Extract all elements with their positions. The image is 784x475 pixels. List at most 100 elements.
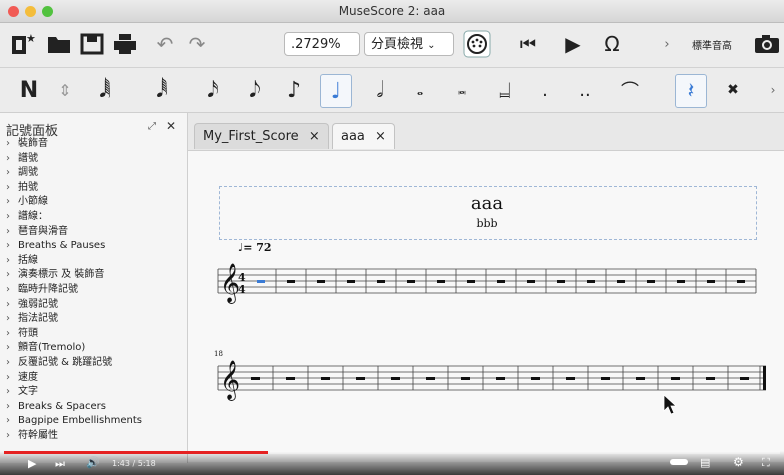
rewind-icon[interactable]: ⏮ <box>513 29 543 59</box>
settings-gear-icon[interactable]: ⚙ <box>733 455 744 469</box>
palette-list: › 裝飾音 › 譜號 › 調號 › 拍號 › 小節線 › 譜線： › 琶音與滑音 › Breat… <box>6 137 186 443</box>
duration-8th-icon[interactable]: 𝅘𝅥𝅮 <box>240 74 270 106</box>
tab-label: aaa <box>341 129 365 144</box>
palette-item[interactable]: › 反覆記號 & 跳躍記號 <box>6 356 186 371</box>
palette-item[interactable]: › 琶音與滑音 <box>6 225 186 240</box>
play-icon[interactable]: ▶ <box>558 29 588 59</box>
chevron-right-icon: › <box>6 313 10 325</box>
close-tab-icon[interactable]: × <box>309 129 320 144</box>
palette-item[interactable]: › 速度 <box>6 371 186 386</box>
open-folder-icon[interactable] <box>44 29 74 59</box>
duration-16th-icon[interactable]: 𝅘𝅥𝅯 <box>198 74 228 106</box>
palette-item[interactable]: › 小節線 <box>6 195 186 210</box>
redo-icon[interactable]: ↷ <box>182 29 212 59</box>
double-dot-icon[interactable]: .. <box>570 74 600 106</box>
camera-icon[interactable] <box>752 29 782 59</box>
palette-item[interactable]: › Breaks & Spacers <box>6 400 186 415</box>
duration-breve-icon[interactable]: 𝅜 <box>447 74 477 106</box>
palette-item[interactable]: › 文字 <box>6 385 186 400</box>
chevron-right-icon: › <box>6 240 10 252</box>
mouse-cursor-icon <box>663 394 678 415</box>
flip-direction-icon[interactable]: ✖ <box>718 74 748 106</box>
chevron-right-icon: › <box>6 196 10 208</box>
zoom-select[interactable]: .2729% ⌄ <box>284 32 360 75</box>
video-progress-track[interactable] <box>4 451 780 454</box>
duration-longa-icon[interactable]: 𝆶 <box>490 74 520 106</box>
palette-item[interactable]: › 拍號 <box>6 181 186 196</box>
palette-item[interactable]: › Bagpipe Embellishments <box>6 414 186 429</box>
palette-item[interactable]: › Breaths & Pauses <box>6 239 186 254</box>
tab-aaa[interactable]: aaa × <box>332 123 395 149</box>
duration-32nd-icon[interactable]: 𝅘𝅥𝅱 <box>147 74 177 106</box>
palette-item[interactable]: › 括線 <box>6 254 186 269</box>
chevron-right-icon: › <box>6 269 10 281</box>
volume-icon[interactable]: 🔊 <box>86 456 100 469</box>
video-next-icon[interactable]: ⏭ <box>55 457 65 471</box>
palette-item[interactable]: › 譜號 <box>6 152 186 167</box>
duration-half-icon[interactable]: 𝅗𝅥 <box>365 74 395 106</box>
close-palette-icon[interactable]: ✕ <box>166 119 176 133</box>
note-input-mode-icon[interactable]: N <box>14 74 44 106</box>
loop-icon[interactable]: Ω <box>597 29 627 59</box>
window-titlebar: MuseScore 2: aaa <box>0 0 784 23</box>
captions-icon[interactable]: ▤ <box>700 456 710 469</box>
chevron-right-icon: › <box>6 138 10 149</box>
augmentation-dot-icon[interactable]: . <box>530 74 560 106</box>
palette-item[interactable]: › 強弱記號 <box>6 298 186 313</box>
score-tabs: My_First_Score × aaa × <box>188 113 784 151</box>
palette-item[interactable]: › 符頭 <box>6 327 186 342</box>
toolbar-more-chevron-icon[interactable]: › <box>652 29 682 59</box>
palette-item[interactable]: › 調號 <box>6 166 186 181</box>
chevron-down-icon: ⌄ <box>427 40 436 51</box>
chevron-right-icon: › <box>6 342 10 354</box>
undock-icon[interactable]: ⤢ <box>148 121 156 132</box>
zoom-value: .2729% <box>291 37 341 52</box>
score-canvas[interactable]: aaa bbb ♩= 72 18 𝄞 𝄞 4 4 <box>188 151 784 462</box>
note-mode-chevron-icon[interactable]: ⇕ <box>50 74 80 106</box>
duration-whole-icon[interactable]: 𝅝 <box>405 74 435 106</box>
chevron-right-icon: › <box>6 400 10 412</box>
palette-item[interactable]: › 裝飾音 <box>6 137 186 152</box>
duration-8th-alt-icon[interactable]: ♪ <box>279 74 309 106</box>
video-play-icon[interactable]: ▶ <box>28 457 36 470</box>
notebar-more-chevron-icon[interactable]: › <box>758 74 784 106</box>
video-time: 1:43 / 5:18 <box>112 459 156 468</box>
new-score-icon[interactable]: ★ <box>8 29 38 59</box>
palette-item[interactable]: › 符幹屬性 <box>6 429 186 444</box>
duration-64th-icon[interactable]: 𝅘𝅥𝅲 <box>90 74 120 106</box>
chevron-right-icon: › <box>6 181 10 193</box>
svg-text:𝄞: 𝄞 <box>220 360 240 401</box>
palette-panel: 記號面板 ⤢ ✕ › 裝飾音 › 譜號 › 調號 › 拍號 › 小節線 › 譜線： › 琶音與… <box>0 113 188 463</box>
fullscreen-icon[interactable]: ⛶ <box>762 456 770 470</box>
palette-item[interactable]: › 顫音(Tremolo) <box>6 341 186 356</box>
video-progress-fill <box>4 451 268 454</box>
undo-icon[interactable]: ↶ <box>150 29 180 59</box>
note-input-toolbar: N ⇕ 𝅘𝅥𝅲 𝅘𝅥𝅱 𝅘𝅥𝅯 𝅘𝅥𝅮 ♪ ♩ 𝅗𝅥 𝅝 𝅜 𝆶 . .. ⌒ … <box>0 68 784 113</box>
print-icon[interactable] <box>110 29 140 59</box>
svg-text:★: ★ <box>26 32 36 45</box>
tie-icon[interactable]: ⌒ <box>615 74 645 106</box>
palette-item[interactable]: › 譜線： <box>6 210 186 225</box>
palette-item[interactable]: › 指法記號 <box>6 312 186 327</box>
rest-icon[interactable]: 𝄽 <box>675 74 707 108</box>
concert-pitch-button[interactable]: 標準音高 <box>684 29 740 59</box>
palette-item[interactable]: › 臨時升降記號 <box>6 283 186 298</box>
close-tab-icon[interactable]: × <box>375 129 386 144</box>
chevron-right-icon: › <box>6 327 10 339</box>
staff-systems[interactable]: 𝄞 𝄞 4 4 <box>188 151 784 462</box>
tab-my-first-score[interactable]: My_First_Score × <box>194 123 329 149</box>
palette-item[interactable]: › 演奏標示 及 裝飾音 <box>6 268 186 283</box>
chevron-right-icon: › <box>6 386 10 398</box>
svg-text:4: 4 <box>238 283 246 296</box>
chevron-right-icon: › <box>6 429 10 441</box>
autoplay-toggle[interactable] <box>670 459 688 465</box>
window-title: MuseScore 2: aaa <box>338 4 446 18</box>
chevron-right-icon: › <box>6 167 10 179</box>
midi-input-icon[interactable] <box>462 29 492 59</box>
save-icon[interactable] <box>77 29 107 59</box>
view-mode-select[interactable]: 分頁檢視 ⌄ <box>364 32 454 56</box>
chevron-right-icon: › <box>6 356 10 368</box>
chevron-right-icon: › <box>6 283 10 295</box>
duration-quarter-icon[interactable]: ♩ <box>320 74 352 108</box>
main-toolbar: ★ ↶ ↷ .2729% ⌄ 分頁檢視 ⌄ ⏮ ▶ Ω › 標準音高 <box>0 23 784 75</box>
